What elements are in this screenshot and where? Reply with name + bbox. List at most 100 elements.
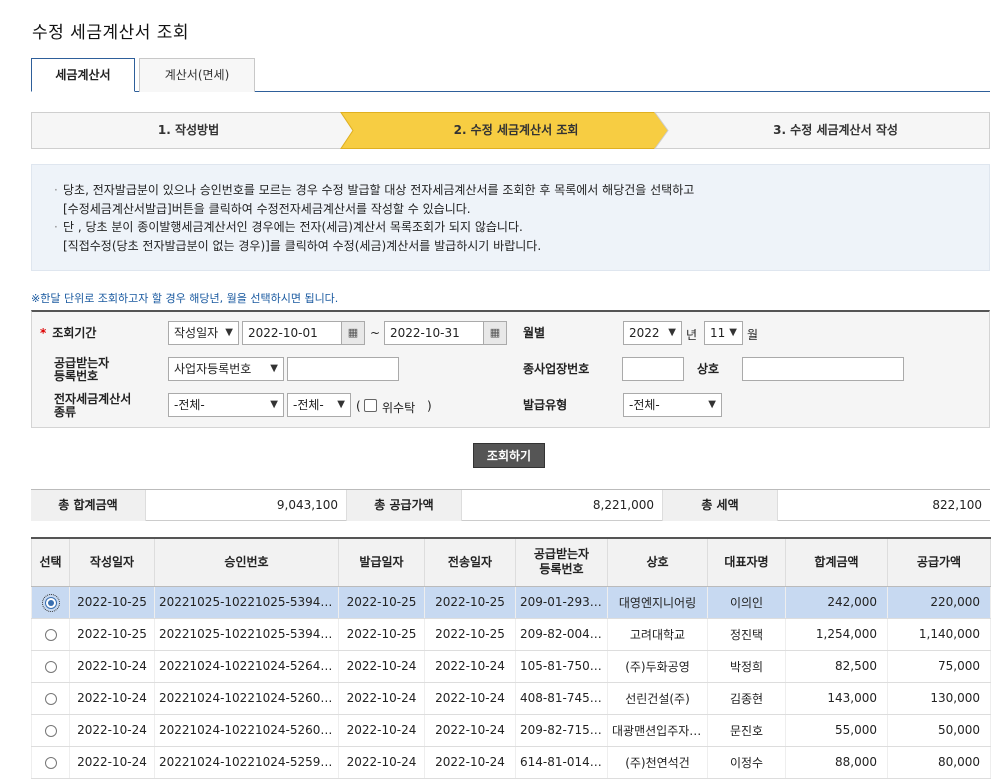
branch-label: 종사업장번호 [523,362,590,376]
cell-company: 대영엔지니어링 [607,586,708,619]
cell-reg-no: 105-81-75028 [515,650,608,683]
row-radio[interactable] [44,724,57,737]
table-row[interactable]: 2022-10-24 20221024-10221024-52605266 20… [31,682,991,715]
col-supply: 공급가액 [887,537,991,587]
issue-type-select[interactable]: -전체- ▼ [623,393,722,417]
paren-close: ) [427,399,432,413]
receiver-type-select[interactable]: 사업자등록번호 ▼ [168,357,284,381]
cell-approval-no: 20221024-10221024-52599360 [154,746,339,779]
month-label: 월별 [523,326,546,340]
search-button[interactable]: 조회하기 [473,443,545,468]
cell-supply: 80,000 [887,746,991,779]
cell-ceo: 이의인 [707,586,786,619]
cell-reg-no: 209-82-71563 [515,714,608,747]
col-total: 합계금액 [785,537,888,587]
date-type-select[interactable]: 작성일자 ▼ [168,321,239,345]
cell-supply: 1,140,000 [887,618,991,651]
total-sum-label: 총 합계금액 [31,490,145,521]
date-to-input[interactable]: 2022-10-31 [384,321,484,345]
step-1-label: 1. 작성방법 [157,123,220,137]
cell-write-date: 2022-10-24 [69,746,155,779]
cell-reg-no: 408-81-74501 [515,682,608,715]
cell-company: 대광맨션입주자대표회의 [607,714,708,747]
chevron-down-icon: ▼ [270,363,278,374]
invoice-type-label: 전자세금계산서 종류 [54,392,132,419]
cell-send-date: 2022-10-25 [424,586,516,619]
branch-input[interactable] [622,357,684,381]
table-row[interactable]: 2022-10-24 20221024-10221024-52649519 20… [31,650,991,683]
calendar-from-icon[interactable]: ▦ [341,321,365,345]
consign-checkbox[interactable] [364,399,377,412]
col-select: 선택 [31,537,70,587]
year-unit: 년 [686,328,698,342]
month-select[interactable]: 11 ▼ [704,321,743,345]
chevron-down-icon: ▼ [337,399,345,410]
table-header-row: 선택 작성일자 승인번호 발급일자 전송일자 공급받는자 등록번호 상호 대표자명… [31,537,991,587]
chevron-down-icon: ▼ [708,399,716,410]
chevron-down-icon: ▼ [225,327,233,338]
cell-approval-no: 20221025-10221025-53942360 [154,586,339,619]
row-radio[interactable] [44,756,57,769]
receiver-reg-input[interactable] [287,357,399,381]
cell-send-date: 2022-10-24 [424,714,516,747]
notice-box: · 당초, 전자발급분이 있으나 승인번호를 모르는 경우 수정 발급할 대상 전… [31,164,990,271]
cell-total: 88,000 [785,746,888,779]
receiver-label: 공급받는자 등록번호 [54,356,110,383]
cell-send-date: 2022-10-24 [424,650,516,683]
cell-write-date: 2022-10-24 [69,682,155,715]
paren-open: ( [356,399,361,413]
cell-company: (주)천연석건 [607,746,708,779]
date-from-input[interactable]: 2022-10-01 [242,321,342,345]
invoice-type-select-1[interactable]: -전체- ▼ [168,393,284,417]
tab-tax-invoice[interactable]: 세금계산서 [31,58,135,92]
cell-ceo: 정진택 [707,618,786,651]
cell-write-date: 2022-10-25 [69,586,155,619]
cell-total: 242,000 [785,586,888,619]
row-radio[interactable] [44,692,57,705]
col-company: 상호 [607,537,708,587]
cell-company: (주)두화공영 [607,650,708,683]
company-label: 상호 [697,362,720,376]
cell-approval-no: 20221025-10221025-53940321 [154,618,339,651]
total-supply-label: 총 공급가액 [347,490,461,521]
table-row[interactable]: 2022-10-24 20221024-10221024-52601461 20… [31,714,991,747]
cell-supply: 50,000 [887,714,991,747]
cell-ceo: 문진호 [707,714,786,747]
cell-issue-date: 2022-10-24 [338,650,425,683]
total-tax-label: 총 세액 [663,490,777,521]
step-2-label: 2. 수정 세금계산서 조회 [453,123,579,137]
row-radio[interactable] [44,660,57,673]
cell-ceo: 김종현 [707,682,786,715]
notice-line-4: [직접수정(당초 전자발급분이 없는 경우)]를 클릭하여 수정(세금)계산서를… [63,238,542,253]
cell-total: 82,500 [785,650,888,683]
notice-line-3: · 단 , 당초 분이 종이발행세금계산서인 경우에는 전자(세금)계산서 목록조… [54,218,989,237]
cell-issue-date: 2022-10-24 [338,682,425,715]
year-select[interactable]: 2022 ▼ [623,321,682,345]
issue-type-label: 발급유형 [523,398,568,412]
cell-send-date: 2022-10-25 [424,618,516,651]
table-row[interactable]: 2022-10-25 20221025-10221025-53942360 20… [31,586,991,619]
invoice-type-select-2[interactable]: -전체- ▼ [287,393,351,417]
notice-line-2: [수정세금계산서발급]버튼을 클릭하여 수정전자세금계산서를 작성할 수 있습니… [63,201,471,216]
cell-issue-date: 2022-10-24 [338,714,425,747]
cell-total: 55,000 [785,714,888,747]
consign-label: 위수탁 [382,401,416,415]
calendar-to-icon[interactable]: ▦ [483,321,507,345]
row-radio[interactable] [44,628,57,641]
company-input[interactable] [742,357,904,381]
col-ceo: 대표자명 [707,537,786,587]
cell-issue-date: 2022-10-24 [338,746,425,779]
period-label: * 조회기간 [40,326,97,340]
tab-invoice-exempt[interactable]: 계산서(면세) [139,58,255,92]
monthly-hint: ※한달 단위로 조회하고자 할 경우 해당년, 월을 선택하시면 됩니다. [31,292,339,305]
table-row[interactable]: 2022-10-25 20221025-10221025-53940321 20… [31,618,991,651]
total-sum-value: 9,043,100 [145,490,347,521]
cell-send-date: 2022-10-24 [424,746,516,779]
search-form: * 조회기간 작성일자 ▼ 2022-10-01 ▦ ~ 2022-10-31 ▦ … [31,310,990,428]
total-tax-value: 822,100 [777,490,990,521]
col-issue-date: 발급일자 [338,537,425,587]
row-radio[interactable] [41,593,60,612]
table-row[interactable]: 2022-10-24 20221024-10221024-52599360 20… [31,746,991,779]
cell-approval-no: 20221024-10221024-52649519 [154,650,339,683]
cell-total: 1,254,000 [785,618,888,651]
